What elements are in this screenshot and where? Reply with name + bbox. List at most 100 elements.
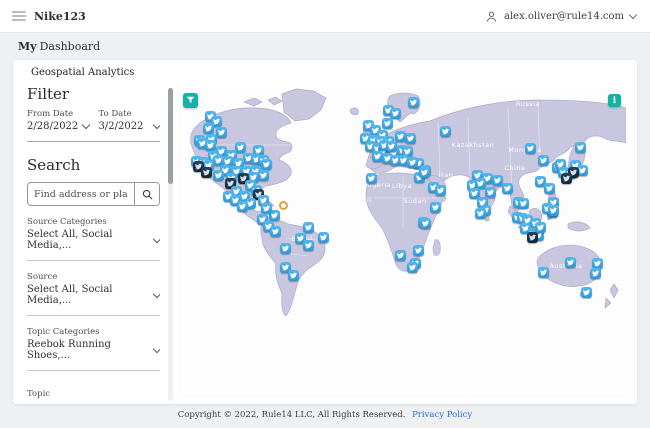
map-marker-twitter[interactable]	[386, 141, 397, 152]
map-marker-web[interactable]	[279, 201, 288, 210]
map-marker-twitter[interactable]	[261, 203, 272, 214]
source-categories-select[interactable]: Source Categories Select All, Social Med…	[27, 217, 160, 261]
chevron-down-icon	[152, 120, 160, 130]
breadcrumb: My Dashboard	[18, 40, 100, 53]
to-date-label: To Date	[98, 109, 132, 119]
privacy-policy-link[interactable]: Privacy Policy	[412, 410, 472, 420]
search-icon	[142, 189, 152, 199]
map-marker-twitter[interactable]	[502, 183, 513, 194]
sidebar-scrollbar[interactable]	[168, 88, 173, 401]
map-marker-twitter[interactable]	[565, 257, 576, 268]
user-menu[interactable]: alex.oliver@rule14.com	[485, 10, 638, 23]
source-label: Source	[27, 272, 58, 282]
topic-label: Topic	[27, 389, 51, 399]
map-marker-twitter[interactable]	[213, 170, 224, 181]
user-email: alex.oliver@rule14.com	[503, 10, 624, 22]
dashboard-card: Geospatial Analytics Filter From Date 2/…	[13, 60, 637, 404]
map-marker-twitter[interactable]	[407, 262, 418, 273]
map-marker-twitter[interactable]	[258, 170, 269, 181]
country-label: Russia	[516, 100, 540, 108]
topic-select[interactable]: Topic Select All, Zig Dynamica,...	[27, 389, 160, 401]
source-select[interactable]: Source Select All, Social Media,...	[27, 272, 160, 316]
map-marker-twitter[interactable]	[581, 287, 592, 298]
from-date-label: From Date	[27, 109, 74, 119]
map-marker-twitter[interactable]	[485, 187, 496, 198]
divider	[27, 141, 160, 142]
chevron-down-icon	[81, 120, 90, 130]
map-marker-twitter[interactable]	[203, 123, 214, 134]
country-label: Mali	[356, 196, 372, 204]
map-marker-twitter[interactable]	[303, 240, 314, 251]
map-marker-twitter[interactable]	[413, 245, 424, 256]
menu-icon[interactable]	[12, 11, 26, 21]
country-label: Libya	[392, 182, 412, 190]
copyright-text: Copyright © 2022, Rule14 LLC, All Rights…	[177, 410, 406, 420]
country-label: China	[504, 164, 526, 172]
brand-title: Nike123	[34, 9, 86, 23]
map-marker-twitter[interactable]	[548, 205, 559, 216]
country-label: Iran	[438, 171, 454, 179]
divider	[27, 370, 160, 371]
topic-categories-label: Topic Categories	[27, 327, 100, 337]
map-info-button[interactable]: i	[608, 94, 621, 107]
funnel-icon	[186, 96, 195, 104]
map-marker-twitter[interactable]	[420, 218, 431, 229]
map-marker-twitter[interactable]	[366, 173, 377, 184]
map-marker-twitter[interactable]	[430, 202, 441, 213]
divider	[27, 260, 160, 261]
map-marker-twitter[interactable]	[518, 198, 529, 209]
map-marker-twitter[interactable]	[405, 133, 416, 144]
page-title: Dashboard	[39, 40, 101, 53]
map-marker-twitter[interactable]	[527, 232, 538, 243]
chevron-down-icon	[628, 10, 638, 19]
from-date-select[interactable]: From Date 2/28/2022	[27, 109, 90, 132]
map-marker-twitter[interactable]	[435, 185, 446, 196]
map-marker-twitter[interactable]	[535, 222, 546, 233]
topic-categories-select[interactable]: Topic Categories Reebok Running Shoes,..…	[27, 327, 160, 371]
map-marker-twitter[interactable]	[288, 270, 299, 281]
map-marker-twitter[interactable]	[201, 167, 212, 178]
source-categories-value: Select All, Social Media,...	[27, 229, 113, 251]
map-marker-twitter[interactable]	[561, 173, 572, 184]
breadcrumb-prefix: My	[18, 40, 37, 53]
map-marker-twitter[interactable]	[575, 141, 586, 153]
map-marker-twitter[interactable]	[395, 250, 406, 261]
filter-heading: Filter	[27, 85, 70, 103]
widget-title: Geospatial Analytics	[31, 67, 135, 78]
map-marker-twitter[interactable]	[216, 127, 227, 138]
map-marker-twitter[interactable]	[538, 155, 549, 166]
source-categories-label: Source Categories	[27, 217, 107, 227]
map-marker-twitter[interactable]	[440, 126, 451, 137]
page-footer: Copyright © 2022, Rule14 LLC, All Rights…	[0, 410, 650, 420]
map-marker-twitter[interactable]	[390, 108, 401, 119]
map-marker-twitter[interactable]	[237, 201, 248, 212]
search-button[interactable]	[134, 183, 159, 205]
to-date-select[interactable]: To Date 3/2/2022	[98, 109, 160, 132]
map-marker-twitter[interactable]	[317, 232, 329, 243]
map-marker-twitter[interactable]	[280, 243, 291, 254]
map-marker-twitter[interactable]	[395, 131, 406, 142]
map-marker-twitter[interactable]	[382, 118, 393, 129]
map-filter-button[interactable]	[183, 93, 198, 108]
map-marker-twitter[interactable]	[205, 140, 216, 151]
map-marker-twitter[interactable]	[590, 268, 601, 279]
map-marker-twitter[interactable]	[525, 143, 536, 154]
map-marker-twitter[interactable]	[407, 157, 418, 168]
map-marker-twitter[interactable]	[270, 226, 281, 237]
search-input[interactable]	[28, 183, 134, 205]
country-label: Kazakhstan	[451, 141, 495, 149]
from-date-value: 2/28/2022	[27, 121, 79, 132]
map-marker-twitter[interactable]	[408, 97, 419, 108]
map-marker-twitter[interactable]	[261, 159, 272, 170]
map-marker-twitter[interactable]	[544, 183, 555, 194]
map-marker-twitter[interactable]	[538, 267, 549, 278]
country-label: Sudan	[403, 197, 427, 205]
map-marker-twitter[interactable]	[419, 167, 430, 178]
filter-panel: Filter From Date 2/28/2022 To Date 3/2/2…	[27, 85, 160, 401]
map-marker-twitter[interactable]	[475, 208, 486, 219]
search-heading: Search	[27, 156, 81, 174]
map-marker-twitter[interactable]	[303, 222, 314, 233]
geospatial-map[interactable]: i CanadaRussiaKazakhstanMongoliaChinaIra…	[178, 88, 626, 398]
app-header: Nike123 alex.oliver@rule14.com	[0, 0, 650, 33]
scrollbar-thumb[interactable]	[168, 88, 173, 184]
